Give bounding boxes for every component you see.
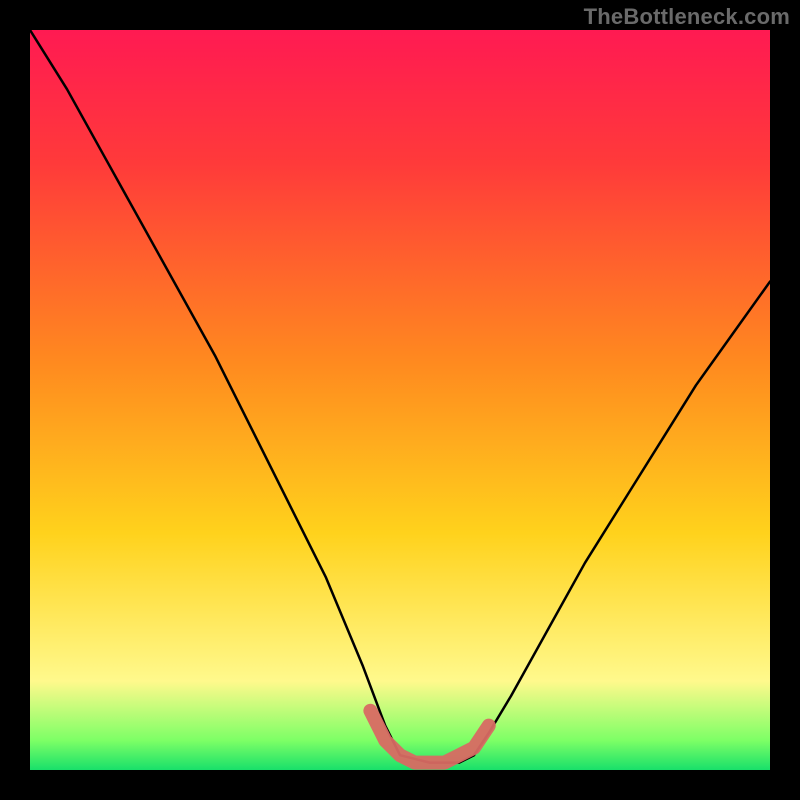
watermark-text: TheBottleneck.com (584, 4, 790, 30)
sweet-spot-marker-path (370, 711, 488, 763)
chart-frame: TheBottleneck.com (0, 0, 800, 800)
plot-area (30, 30, 770, 770)
bottleneck-curve-path (30, 30, 770, 763)
curve-svg (30, 30, 770, 770)
